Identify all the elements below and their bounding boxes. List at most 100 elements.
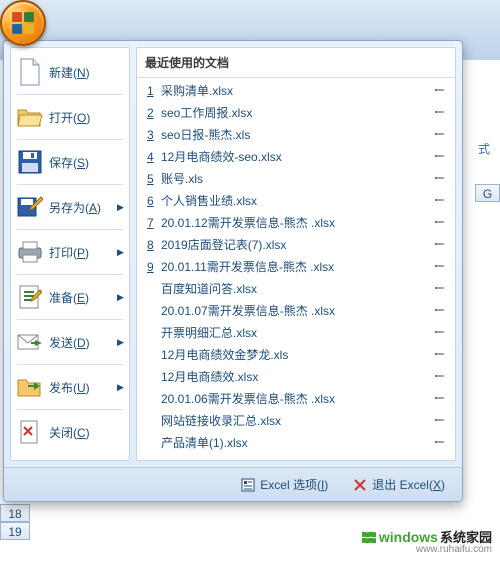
close-label: 关闭(C) [45,424,125,441]
publish-label: 发布(U) [45,379,117,396]
save-command[interactable]: 保存(S) [13,143,127,181]
recent-item[interactable]: 82019店面登记表(7).xlsx [137,234,455,256]
recent-item-filename: 百度知道问答.xlsx [161,281,435,297]
recent-item[interactable]: 12月电商绩效金梦龙.xls [137,344,455,366]
options-label: Excel 选项(I) [260,476,328,493]
office-logo-icon [10,10,36,36]
recent-item-filename: 个人销售业绩.xlsx [161,193,435,209]
office-button[interactable] [0,0,46,46]
recent-documents-panel: 最近使用的文档 1采购清单.xlsx2seo工作周报.xlsx3seo日报-熊杰… [136,47,456,461]
close-file-icon [15,417,45,447]
recent-item-filename: 产品清单(1).xlsx [161,435,435,451]
office-menu: 新建(N) 打开(O) 保存(S) 另存为(A [3,40,463,502]
recent-item[interactable]: 920.01.11需开发票信息-熊杰 .xlsx [137,256,455,278]
pin-icon[interactable] [435,414,449,428]
pin-icon[interactable] [435,436,449,450]
pin-icon[interactable] [435,348,449,362]
recent-header: 最近使用的文档 [137,48,455,78]
recent-item[interactable]: 720.01.12需开发票信息-熊杰 .xlsx [137,212,455,234]
publish-command[interactable]: 发布(U) ▶ [13,368,127,406]
chevron-right-icon: ▶ [117,292,125,303]
recent-item[interactable]: 20.01.07需开发票信息-熊杰 .xlsx [137,300,455,322]
recent-item-number: 9 [147,259,161,275]
recent-item[interactable]: 5账号.xls [137,168,455,190]
pin-icon[interactable] [435,326,449,340]
recent-item-filename: 12月电商绩效.xlsx [161,369,435,385]
recent-item[interactable]: 网站链接收录汇总.xlsx [137,410,455,432]
pin-icon[interactable] [435,150,449,164]
open-label: 打开(O) [45,109,125,126]
recent-item-number: 2 [147,105,161,121]
pin-icon[interactable] [435,194,449,208]
pin-icon[interactable] [435,392,449,406]
recent-item-number: 5 [147,171,161,187]
send-command[interactable]: 发送(D) ▶ [13,323,127,361]
pin-icon[interactable] [435,304,449,318]
recent-item[interactable]: 产品清单(1).xlsx [137,432,455,454]
pin-icon[interactable] [435,216,449,230]
publish-icon [15,372,45,402]
recent-item[interactable]: 20.01.06需开发票信息-熊杰 .xlsx [137,388,455,410]
prepare-icon [15,282,45,312]
recent-item[interactable]: 1采购清单.xlsx [137,80,455,102]
pin-icon[interactable] [435,84,449,98]
options-icon [240,477,256,493]
recent-item-filename: 12月电商绩效金梦龙.xls [161,347,435,363]
prepare-command[interactable]: 准备(E) ▶ [13,278,127,316]
recent-item[interactable]: 3seo日报-熊杰.xls [137,124,455,146]
new-file-icon [15,57,45,87]
column-header-g[interactable]: G [475,184,500,202]
saveas-command[interactable]: 另存为(A) ▶ [13,188,127,226]
recent-item-filename: 2019店面登记表(7).xlsx [161,237,435,253]
save-floppy-icon [15,147,45,177]
pin-icon[interactable] [435,238,449,252]
recent-item-filename: 20.01.12需开发票信息-熊杰 .xlsx [161,215,435,231]
prepare-label: 准备(E) [45,289,117,306]
pin-icon[interactable] [435,260,449,274]
recent-item-filename: 12月电商绩效-seo.xlsx [161,149,435,165]
printer-icon [15,237,45,267]
exit-label: 退出 Excel(X) [372,476,445,493]
row-header-18[interactable]: 18 [0,504,30,522]
row-header-19[interactable]: 19 [0,522,30,540]
recent-item[interactable]: 2seo工作周报.xlsx [137,102,455,124]
pin-icon[interactable] [435,106,449,120]
recent-item-number: 6 [147,193,161,209]
recent-item-filename: 采购清单.xlsx [161,83,435,99]
pin-icon[interactable] [435,172,449,186]
print-command[interactable]: 打印(P) ▶ [13,233,127,271]
exit-excel-button[interactable]: 退出 Excel(X) [343,472,454,497]
saveas-icon [15,192,45,222]
new-label: 新建(N) [45,64,125,81]
recent-item[interactable]: 6个人销售业绩.xlsx [137,190,455,212]
open-folder-icon [15,102,45,132]
recent-item-filename: 网站链接收录汇总.xlsx [161,413,435,429]
open-command[interactable]: 打开(O) [13,98,127,136]
pin-icon[interactable] [435,128,449,142]
recent-item-filename: 账号.xls [161,171,435,187]
pin-icon[interactable] [435,282,449,296]
recent-item-filename: 20.01.07需开发票信息-熊杰 .xlsx [161,303,435,319]
pin-icon[interactable] [435,370,449,384]
recent-item-number: 3 [147,127,161,143]
recent-item[interactable]: 12月电商绩效.xlsx [137,366,455,388]
send-label: 发送(D) [45,334,117,351]
recent-item-number: 7 [147,215,161,231]
recent-item[interactable]: 412月电商绩效-seo.xlsx [137,146,455,168]
office-menu-commands: 新建(N) 打开(O) 保存(S) 另存为(A [10,47,130,461]
recent-item-filename: seo工作周报.xlsx [161,105,435,121]
chevron-right-icon: ▶ [117,337,125,348]
close-command[interactable]: 关闭(C) [13,413,127,451]
new-command[interactable]: 新建(N) [13,53,127,91]
recent-item-filename: 20.01.11需开发票信息-熊杰 .xlsx [161,259,435,275]
office-menu-footer: Excel 选项(I) 退出 Excel(X) [4,467,462,501]
recent-item-number: 8 [147,237,161,253]
print-label: 打印(P) [45,244,117,261]
recent-item-number: 4 [147,149,161,165]
recent-item[interactable]: 百度知道问答.xlsx [137,278,455,300]
recent-item[interactable]: 开票明细汇总.xlsx [137,322,455,344]
excel-options-button[interactable]: Excel 选项(I) [231,472,337,497]
recent-item-filename: 开票明细汇总.xlsx [161,325,435,341]
save-label: 保存(S) [45,154,125,171]
saveas-label: 另存为(A) [45,199,117,216]
